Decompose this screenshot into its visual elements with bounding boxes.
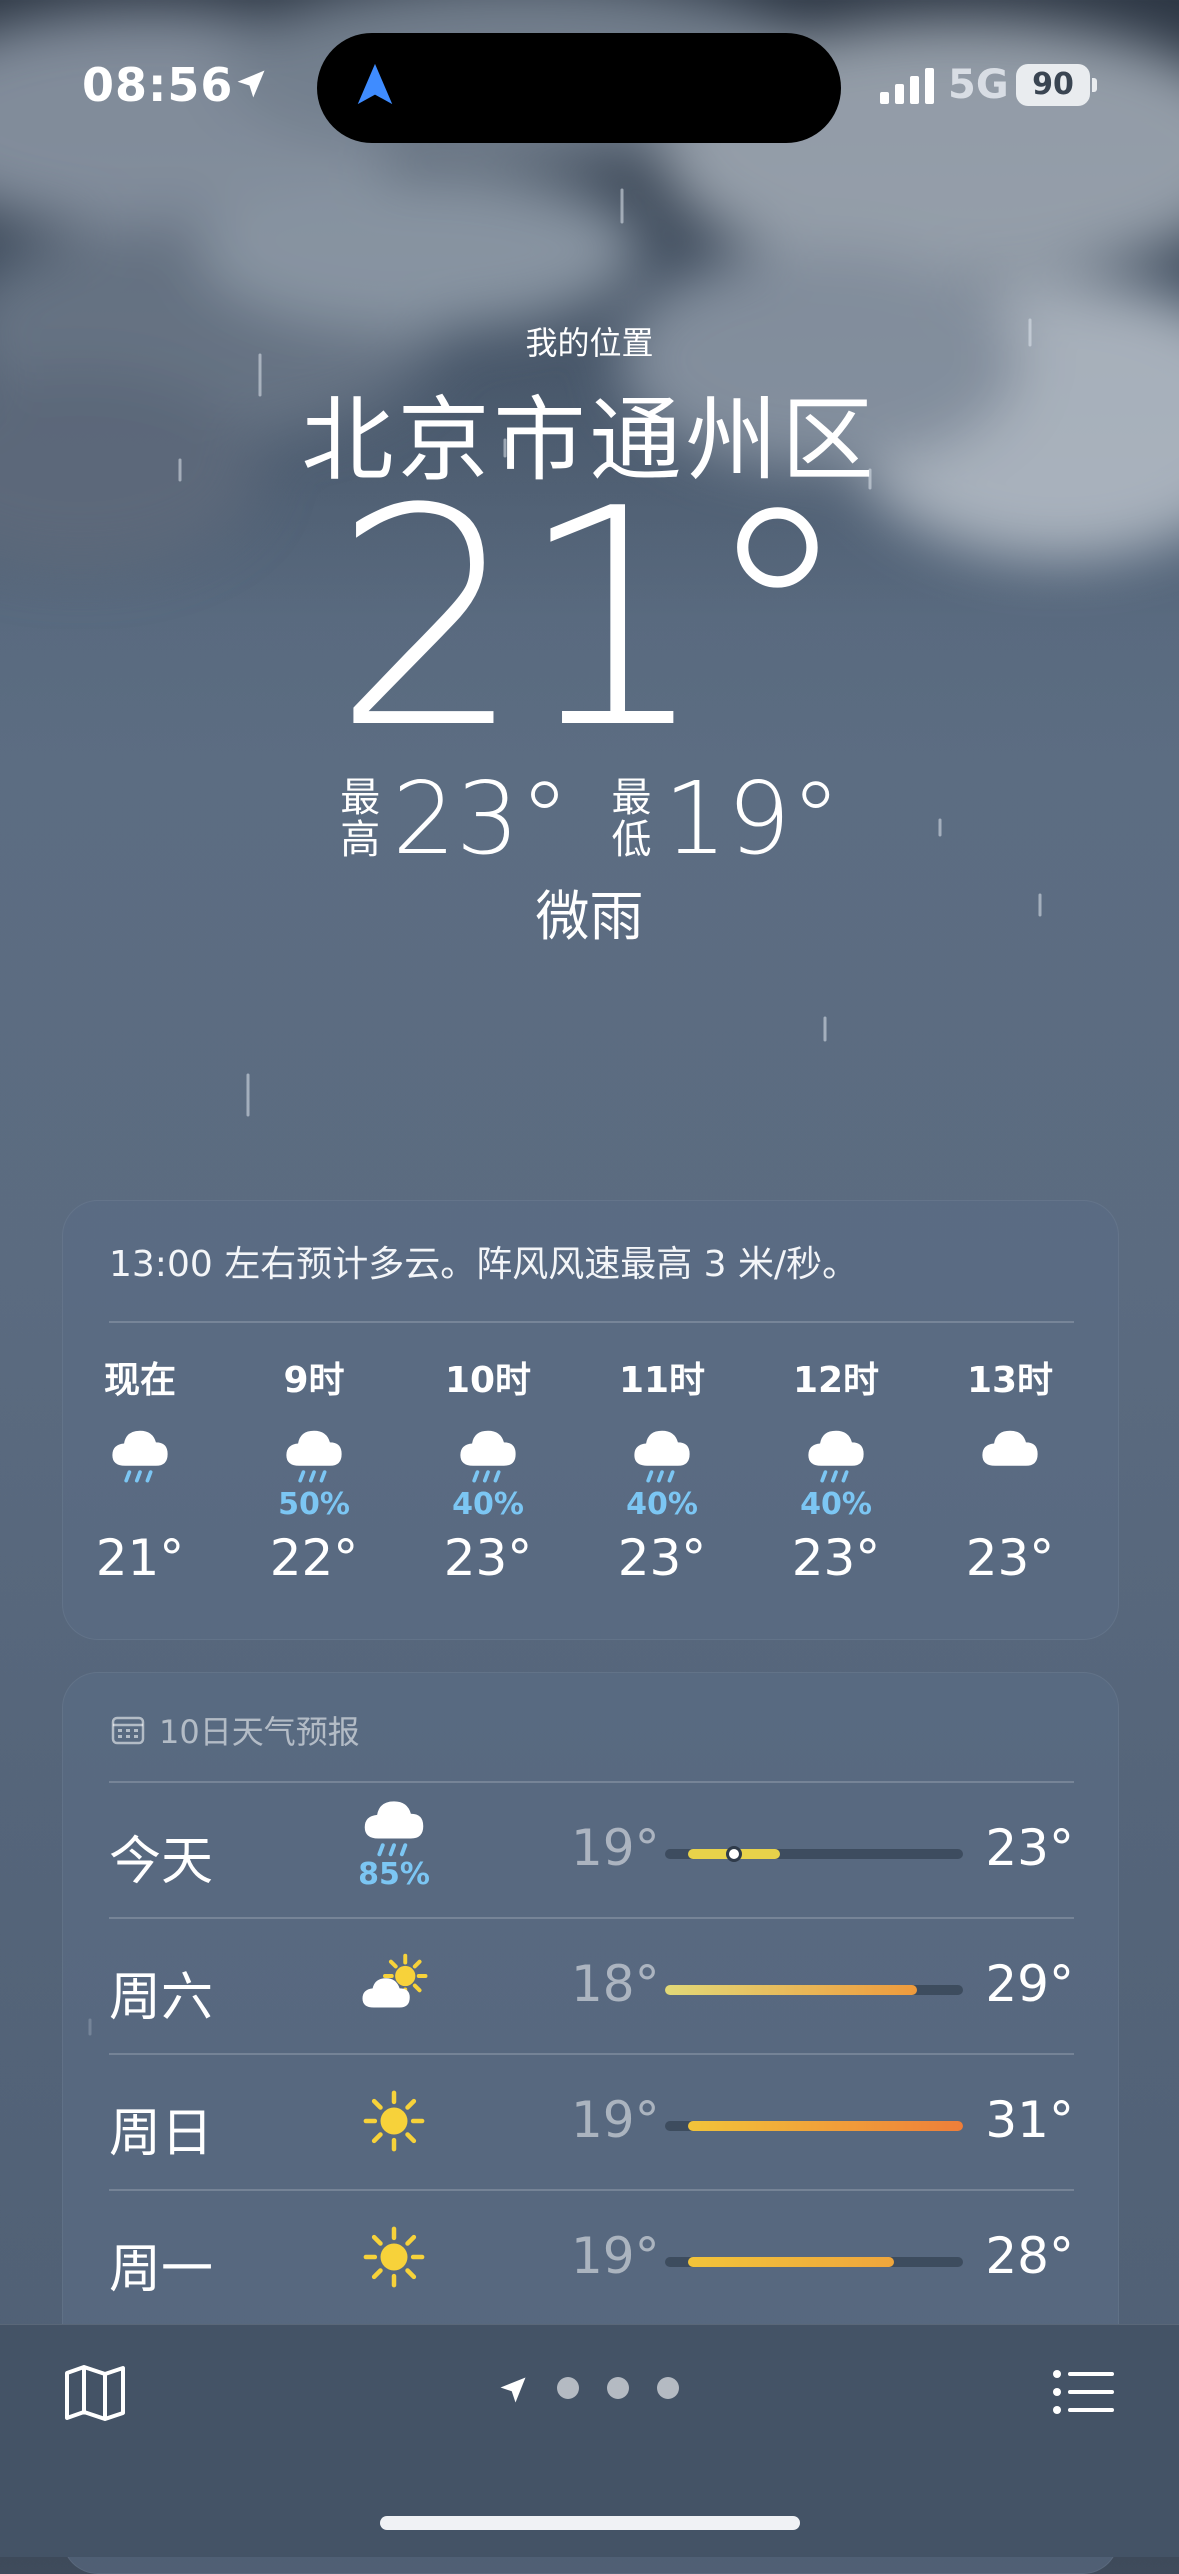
hour-icon-wrap [249, 1397, 379, 1487]
rain-cloud-icon [634, 1430, 690, 1483]
rain-cloud-icon [286, 1430, 342, 1483]
high-temperature: 23° [392, 760, 570, 877]
temperature-range-track [665, 1985, 963, 1995]
battery-indicator: 90 [1016, 64, 1090, 106]
hour-temperature: 23° [443, 1529, 533, 1587]
temperature-range-bar [687, 2121, 963, 2131]
temperature-range-bar [687, 2257, 895, 2267]
condition-text: 微雨 [535, 885, 644, 948]
hour-temperature: 23° [617, 1529, 707, 1587]
rain-cloud-icon [112, 1430, 168, 1483]
hour-temperature: 23° [791, 1529, 881, 1587]
current-temperature: 21° [332, 445, 853, 794]
hour-temperature: 21° [95, 1529, 185, 1587]
rain-cloud-icon [460, 1430, 516, 1483]
day-name: 今天 [109, 1832, 214, 1892]
hour-icon-wrap [423, 1397, 553, 1487]
sun-icon [363, 2090, 425, 2152]
hourly-item: 10时 40% 23° [423, 1351, 553, 1587]
hour-icon-wrap [597, 1397, 727, 1487]
daily-row[interactable]: 周日 19° 31° [109, 2055, 1074, 2191]
current-temp-dot [725, 1846, 742, 1862]
hour-precip: 40% [452, 1487, 524, 1522]
day-low-temperature: 19° [571, 2227, 660, 2285]
daily-row[interactable]: 周一 19° 28° [109, 2191, 1074, 2327]
day-low-temperature: 18° [571, 1955, 660, 2013]
hour-label: 9时 [283, 1360, 345, 1401]
page-dot[interactable] [607, 2377, 629, 2399]
battery-cap [1092, 78, 1097, 92]
sun-icon [363, 2226, 425, 2288]
hour-label: 12时 [792, 1360, 880, 1401]
location-services-icon [237, 70, 265, 98]
network-type: 5G [948, 62, 1009, 108]
hour-label: 现在 [103, 1360, 176, 1401]
day-high-temperature: 29° [985, 1955, 1074, 2013]
temperature-range-track [665, 2257, 963, 2267]
ten-day-title: 10日天气预报 [111, 1707, 360, 1753]
hourly-forecast-card[interactable]: 13:00 左右预计多云。阵风风速最高 3 米/秒。 现在 21° 9时 50%… [62, 1200, 1119, 1640]
day-name: 周一 [109, 2240, 214, 2300]
status-time: 08:56 [82, 58, 234, 112]
low-label: 最低 [611, 774, 652, 863]
day-icon-wrap [339, 2085, 449, 2153]
daily-row[interactable]: 周六 18° 29° [109, 1919, 1074, 2055]
location-arrow-icon[interactable] [498, 2375, 528, 2405]
card-divider [109, 1321, 1074, 1323]
high-low-row: 最高 23° 最低 19° [0, 760, 1179, 877]
temperature-range-bar [665, 1985, 918, 1995]
day-low-temperature: 19° [571, 1819, 660, 1877]
hourly-item: 9时 50% 22° [249, 1351, 379, 1587]
temperature-range-track [665, 2121, 963, 2131]
hour-label: 11时 [618, 1360, 706, 1401]
hour-precip [75, 1487, 205, 1527]
hourly-item: 13时 23° [945, 1351, 1075, 1587]
hour-precip: 50% [278, 1487, 350, 1522]
dynamic-island[interactable] [317, 33, 841, 143]
home-indicator[interactable] [380, 2516, 800, 2530]
day-name: 周日 [109, 2104, 214, 2164]
day-icon-wrap [339, 2221, 449, 2289]
hour-temperature: 22° [269, 1529, 359, 1587]
day-high-temperature: 28° [985, 2227, 1074, 2285]
page-dot[interactable] [657, 2377, 679, 2399]
partly-sunny-icon [362, 1953, 428, 2008]
forecast-summary: 13:00 左右预计多云。阵风风速最高 3 米/秒。 [109, 1244, 859, 1285]
hour-label: 13时 [966, 1360, 1054, 1401]
hour-temperature: 23° [965, 1529, 1055, 1587]
hourly-item: 现在 21° [75, 1351, 205, 1587]
hourly-item: 12时 40% 23° [771, 1351, 901, 1587]
day-precip: 85% [358, 1857, 430, 1892]
my-location-label: 我的位置 [525, 324, 654, 362]
hour-precip: 40% [800, 1487, 872, 1522]
hour-icon-wrap [945, 1397, 1075, 1487]
hour-label: 10时 [444, 1360, 532, 1401]
hour-icon-wrap [75, 1397, 205, 1487]
navigation-arrow-icon [357, 63, 393, 105]
list-icon[interactable] [1052, 2369, 1114, 2415]
rain-cloud-icon [808, 1430, 864, 1483]
cloud-icon [982, 1430, 1038, 1466]
day-low-temperature: 19° [571, 2091, 660, 2149]
hourly-item: 11时 40% 23° [597, 1351, 727, 1587]
rain-cloud-icon [364, 1801, 424, 1857]
map-icon[interactable] [64, 2365, 126, 2421]
day-name: 周六 [109, 1968, 214, 2028]
low-temperature: 19° [663, 760, 841, 877]
hour-precip [945, 1487, 1075, 1527]
cellular-signal-icon [880, 68, 934, 104]
page-dot[interactable] [557, 2377, 579, 2399]
hour-icon-wrap [771, 1397, 901, 1487]
hour-precip: 40% [626, 1487, 698, 1522]
ten-day-title-label: 10日天气预报 [159, 1713, 360, 1751]
day-high-temperature: 31° [985, 2091, 1074, 2149]
high-label: 最高 [340, 774, 381, 863]
day-icon-wrap: 85% [339, 1789, 449, 1892]
daily-row[interactable]: 今天 85% 19° 23° [109, 1783, 1074, 1919]
calendar-icon [111, 1716, 145, 1745]
day-icon-wrap [339, 1949, 449, 2017]
day-high-temperature: 23° [985, 1819, 1074, 1877]
temperature-range-track [665, 1846, 963, 1862]
